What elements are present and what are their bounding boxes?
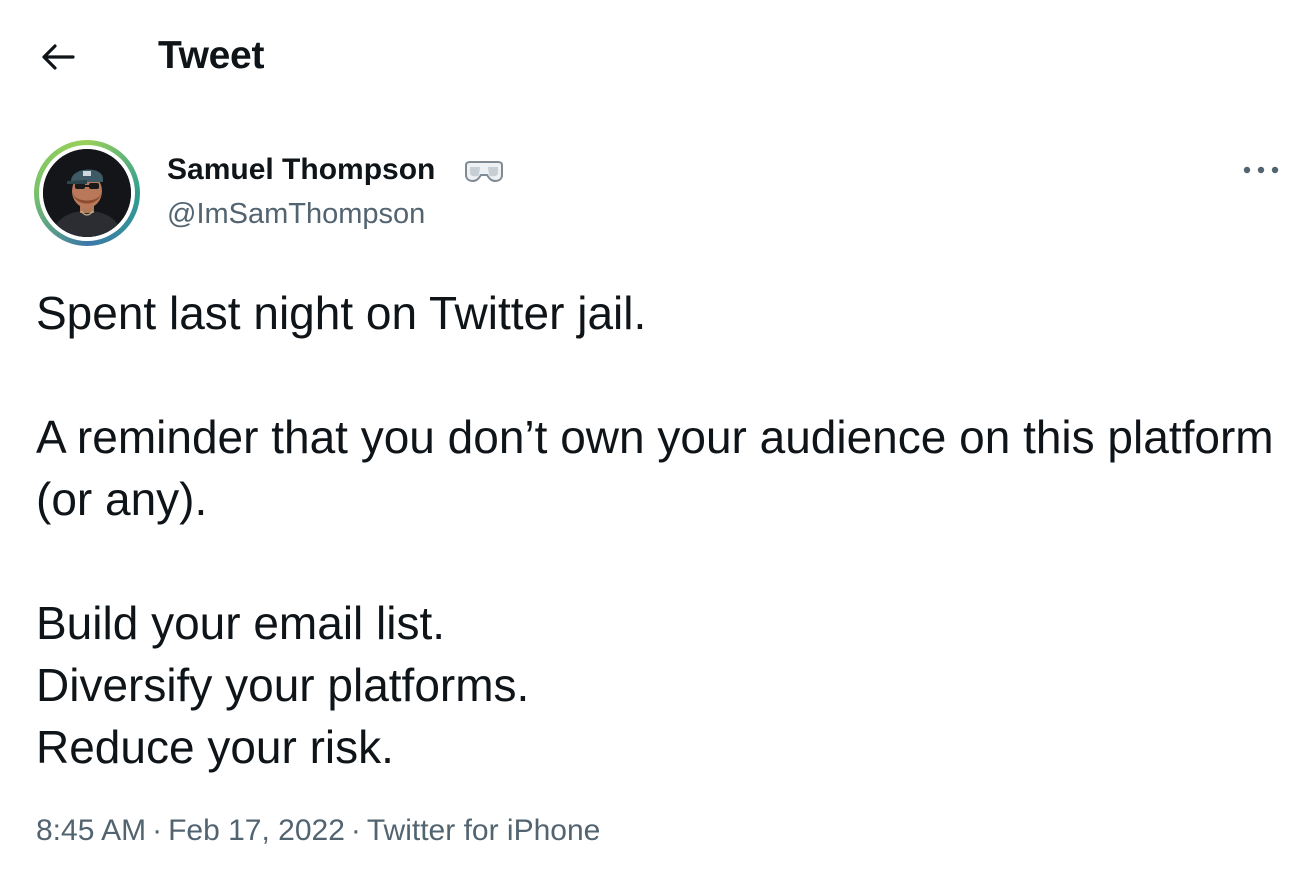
tweet-line: Spent last night on Twitter jail. [36,287,647,339]
tweet-line: Build your email list. [36,597,446,649]
more-horizontal-icon [1243,166,1279,174]
meta-separator: · [350,814,361,847]
tweet-source[interactable]: Twitter for iPhone [367,814,600,847]
avatar[interactable] [34,140,140,246]
tweet-line: Reduce your risk. [36,721,394,773]
avatar-photo [43,149,131,237]
header: Tweet [0,0,1310,115]
tweet-text: Spent last night on Twitter jail. A remi… [36,282,1286,778]
tweet-metadata: 8:45 AM · Feb 17, 2022 · Twitter for iPhone [36,811,600,851]
back-button[interactable] [30,32,86,82]
vr-goggles-icon [465,161,503,183]
author-display-name[interactable]: Samuel Thompson [167,152,435,188]
author-handle[interactable]: @ImSamThompson [167,196,425,232]
more-options-button[interactable] [1236,158,1286,182]
arrow-left-icon [42,44,75,70]
page-title: Tweet [158,34,265,77]
tweet-paragraph: A reminder that you don’t own your audie… [36,411,1274,525]
tweet-author: Samuel Thompson @ImSamThompson [0,138,1310,248]
meta-separator: · [152,814,163,847]
profile-photo-image [43,149,131,237]
tweet-date[interactable]: Feb 17, 2022 [168,814,345,847]
tweet-time[interactable]: 8:45 AM [36,814,146,847]
tweet-line: Diversify your platforms. [36,659,530,711]
